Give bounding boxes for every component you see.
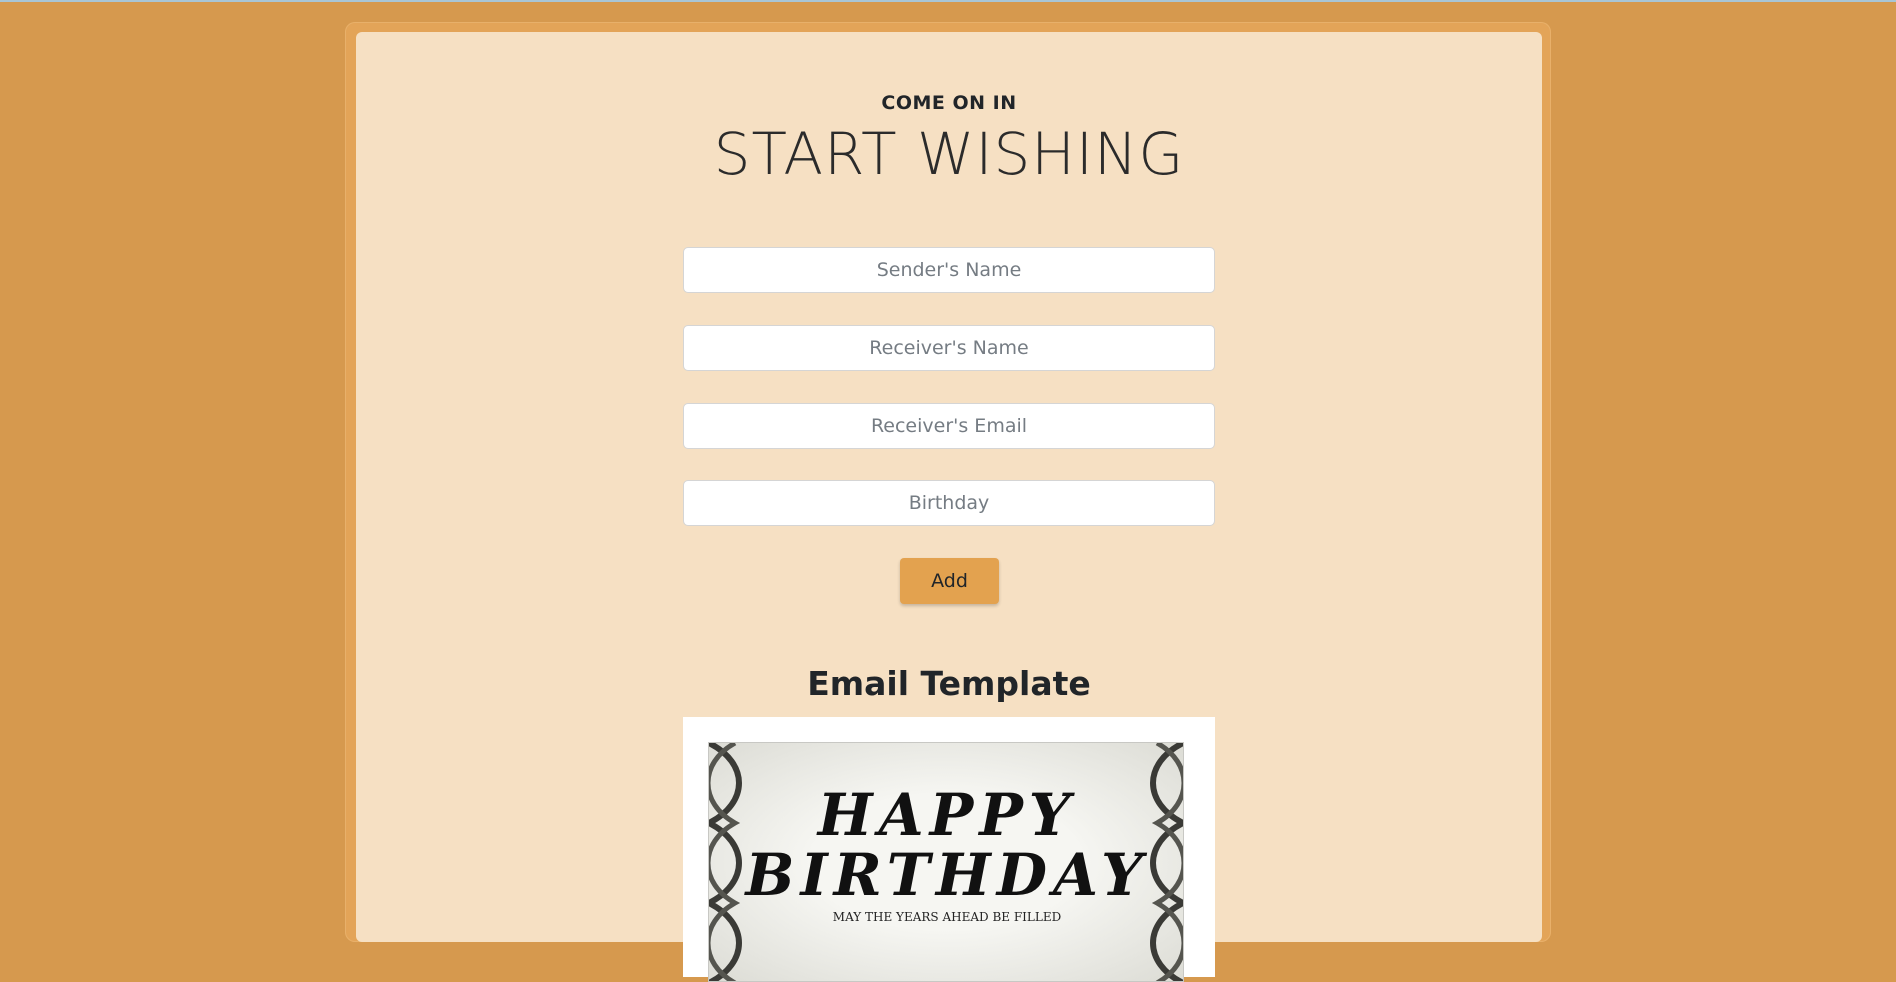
- birthday-input[interactable]: [683, 480, 1215, 526]
- add-button[interactable]: Add: [900, 558, 999, 604]
- card-happy-text: HAPPY: [817, 781, 1077, 849]
- sender-name-input[interactable]: [683, 247, 1215, 293]
- eyebrow-text: COME ON IN: [881, 92, 1017, 114]
- page-title: START WISHING: [713, 120, 1185, 188]
- email-template-preview: HAPPY BIRTHDAY MAY THE YEARS AHEAD BE FI…: [683, 717, 1215, 982]
- email-template-heading: Email Template: [807, 664, 1091, 703]
- main-panel: COME ON IN START WISHING Add Email Templ…: [356, 32, 1542, 982]
- receiver-name-input[interactable]: [683, 325, 1215, 371]
- birthday-card-image: HAPPY BIRTHDAY MAY THE YEARS AHEAD BE FI…: [708, 742, 1184, 982]
- card-subtext: MAY THE YEARS AHEAD BE FILLED: [832, 910, 1062, 924]
- receiver-email-input[interactable]: [683, 403, 1215, 449]
- card-birthday-text: BIRTHDAY: [745, 841, 1149, 909]
- window-top-border: [0, 0, 1896, 2]
